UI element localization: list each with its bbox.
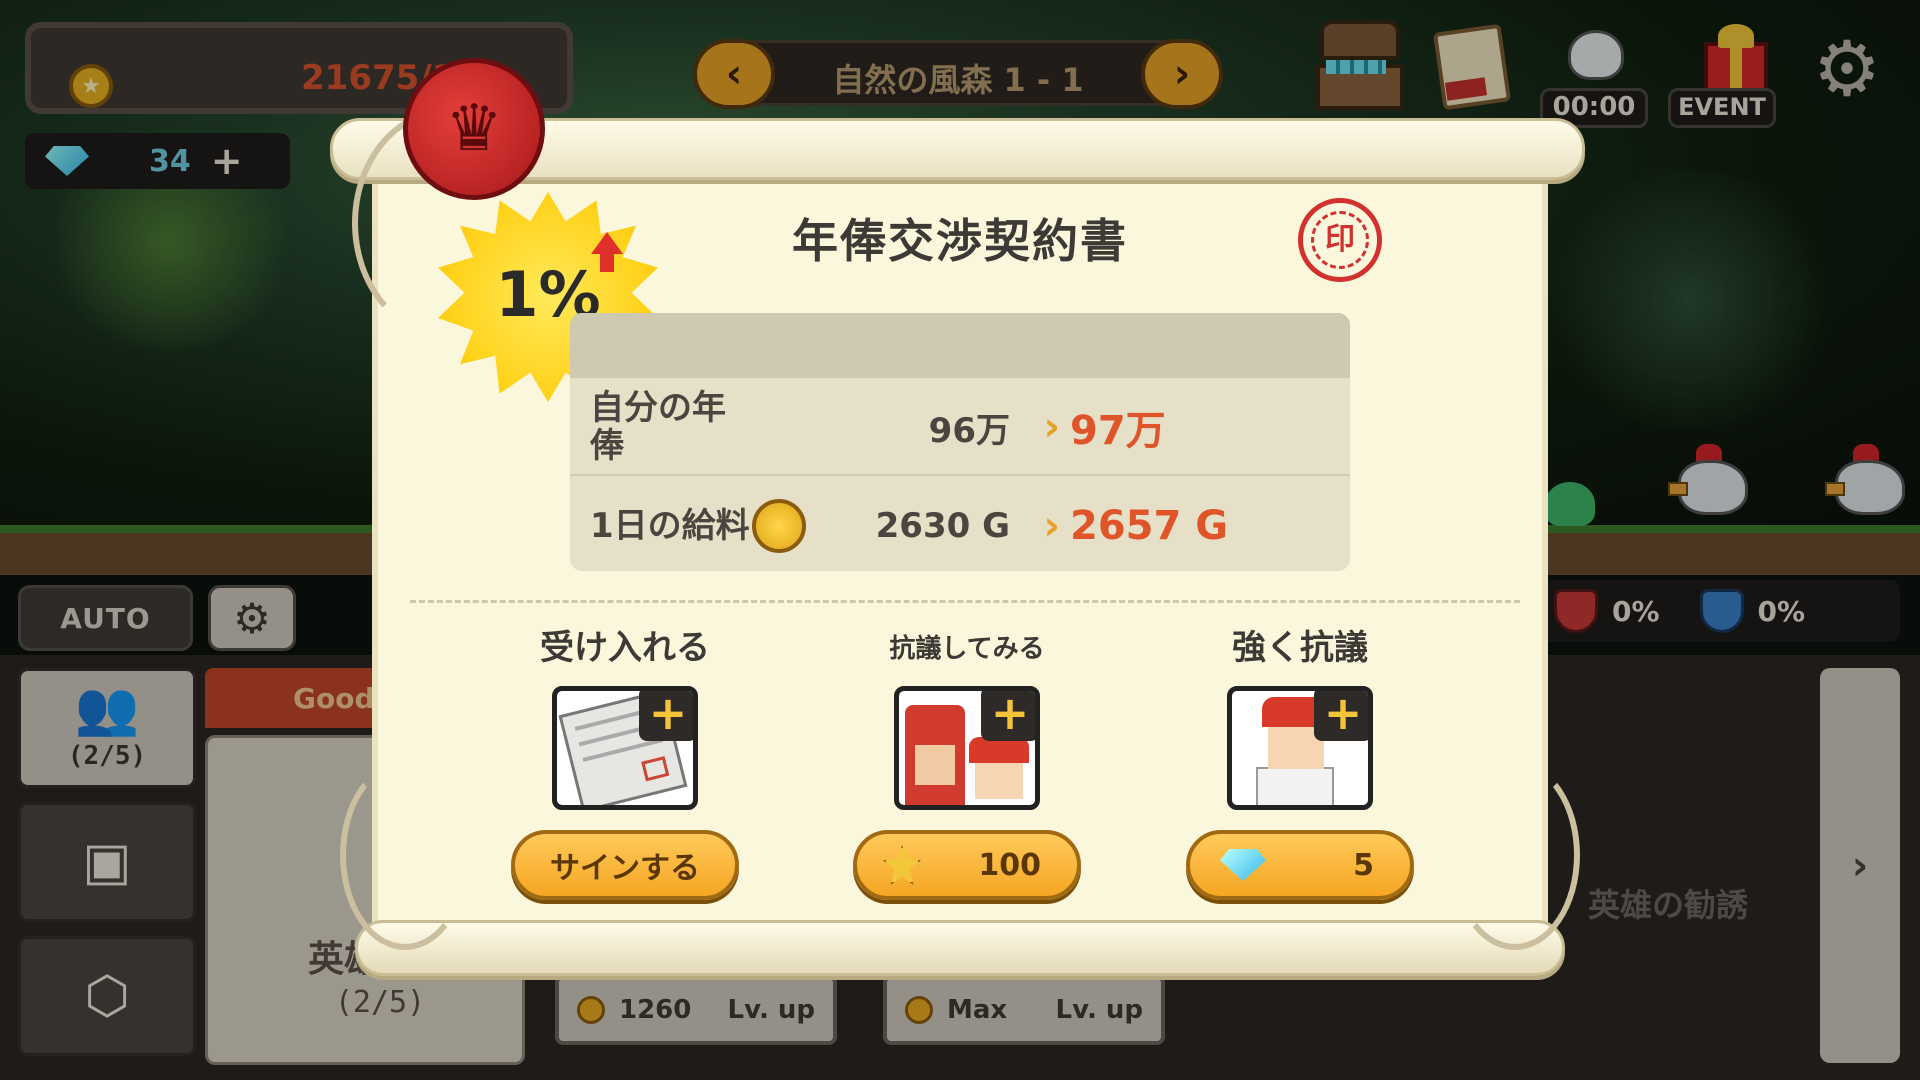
salary-info-header — [570, 313, 1350, 378]
protest-title: 抗議してみる — [889, 634, 1045, 664]
annual-salary-old: 96万 — [928, 410, 1010, 451]
protest-option: 抗議してみる + 100 — [837, 620, 1097, 900]
daily-pay-old: 2630 G — [875, 506, 1010, 546]
medal-icon — [883, 845, 921, 885]
daily-pay-new: 2657 G — [1070, 503, 1229, 549]
dashed-divider — [410, 600, 1520, 603]
king-character-icon — [905, 705, 965, 805]
annual-salary-new: 97万 — [1070, 408, 1166, 454]
hero-character-icon — [969, 737, 1029, 805]
strong-protest-option: 強く抗議 + 5 — [1170, 620, 1430, 900]
gem-icon — [1220, 849, 1266, 881]
scroll-bottom-roll — [355, 920, 1565, 976]
sign-button[interactable]: サインする — [511, 830, 739, 900]
rope-decoration — [340, 760, 470, 950]
modal-title: 年俸交渉契約書 — [792, 214, 1128, 268]
protest-button[interactable]: 100 — [853, 830, 1081, 900]
accept-title: 受け入れる — [540, 628, 710, 668]
rope-decoration — [1450, 760, 1580, 950]
daily-pay-label: 1日の給料 — [590, 506, 750, 546]
seal-stamp-icon: 印 — [1298, 198, 1382, 282]
annual-salary-row: 自分の年俸 96万 › 97万 — [570, 380, 1350, 476]
sign-button-label: サインする — [550, 851, 700, 886]
contract-document-image[interactable]: + — [552, 686, 698, 810]
plus-icon[interactable]: + — [639, 691, 693, 741]
strong-protest-title: 強く抗議 — [1232, 628, 1368, 668]
king-and-hero-image[interactable]: + — [894, 686, 1040, 810]
gold-coin-icon — [752, 499, 806, 553]
strong-protest-cost: 5 — [1353, 847, 1374, 883]
salary-info-table: 自分の年俸 96万 › 97万 1日の給料 2630 G › 2657 G — [570, 313, 1350, 571]
plus-icon[interactable]: + — [981, 691, 1035, 741]
accept-option: 受け入れる + サインする — [495, 620, 755, 900]
seal-stamp-text: 印 — [1311, 211, 1369, 269]
strong-protest-button[interactable]: 5 — [1186, 830, 1414, 900]
protest-cost: 100 — [978, 847, 1041, 883]
chevron-right-icon: › — [1043, 404, 1060, 450]
angry-hero-image[interactable]: + — [1227, 686, 1373, 810]
wax-seal-crown-icon: ♛ — [403, 58, 545, 200]
annual-salary-label: 自分の年俸 — [590, 388, 726, 466]
daily-pay-row: 1日の給料 2630 G › 2657 G — [570, 478, 1350, 571]
plus-icon[interactable]: + — [1314, 691, 1368, 741]
chevron-right-icon: › — [1043, 503, 1060, 549]
